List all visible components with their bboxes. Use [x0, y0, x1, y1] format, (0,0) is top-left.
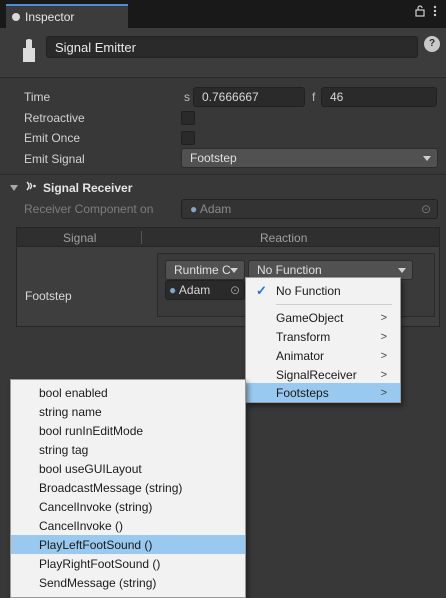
emit-signal-value: Footstep — [190, 151, 237, 165]
reaction-table-header: Signal Reaction — [16, 227, 440, 247]
function-menu: ✓ No Function GameObject > Transform > A… — [245, 277, 401, 403]
vertical-dots-icon[interactable] — [433, 5, 437, 20]
method-item[interactable]: string name — [11, 402, 245, 421]
method-item[interactable]: BroadcastMessage (string) — [11, 478, 245, 497]
object-field[interactable]: ● Adam ⊙ — [165, 280, 245, 300]
menu-item-label: GameObject — [276, 310, 344, 325]
menu-item-transform[interactable]: Transform > — [246, 327, 400, 346]
retroactive-checkbox[interactable] — [181, 111, 195, 125]
menu-item-animator[interactable]: Animator > — [246, 346, 400, 365]
info-icon — [12, 13, 20, 21]
object-value: Adam — [178, 283, 211, 297]
section-divider — [0, 174, 446, 175]
component-title: Signal Receiver — [43, 180, 133, 195]
col-signal-header: Signal — [63, 231, 97, 245]
method-item[interactable]: string tag — [11, 440, 245, 459]
gameobject-icon: ● — [169, 283, 177, 297]
menu-item-gameobject[interactable]: GameObject > — [246, 308, 400, 327]
method-item[interactable]: CancelInvoke (string) — [11, 497, 245, 516]
signal-receiver-icon — [25, 180, 37, 195]
target-icon: ⊙ — [420, 202, 431, 216]
target-icon[interactable]: ⊙ — [230, 283, 240, 297]
chevron-right-icon: > — [380, 368, 387, 381]
runtime-dropdown[interactable]: Runtime C — [165, 260, 245, 280]
menu-item-label: SignalReceiver — [276, 367, 357, 382]
receiver-component-value: Adam — [199, 202, 232, 216]
runtime-value: Runtime C — [174, 263, 231, 277]
object-header: Signal Emitter ? — [0, 28, 446, 78]
emit-once-label: Emit Once — [24, 131, 81, 145]
time-label: Time — [24, 90, 51, 104]
check-icon: ✓ — [256, 282, 267, 298]
chevron-right-icon: > — [380, 311, 387, 324]
chevron-down-icon — [423, 156, 431, 161]
receiver-component-field: ● Adam ⊙ — [181, 199, 438, 219]
row-signal-name: Footstep — [25, 289, 72, 303]
signal-receiver-header[interactable]: Signal Receiver — [10, 180, 132, 195]
signal-emitter-icon — [22, 38, 36, 62]
retroactive-label: Retroactive — [24, 111, 85, 125]
tab-label: Inspector — [25, 10, 75, 24]
lock-icon[interactable] — [415, 5, 425, 20]
method-item[interactable]: bool enabled — [11, 383, 245, 402]
menu-item-label: No Function — [276, 283, 341, 298]
method-item[interactable]: SendMessage (string) — [11, 573, 245, 592]
emit-once-checkbox[interactable] — [181, 131, 195, 145]
frames-prefix: f — [312, 90, 316, 104]
menu-item-label: Transform — [276, 329, 331, 344]
tab-bar: Inspector — [0, 0, 446, 28]
chevron-right-icon: > — [380, 386, 387, 399]
emit-signal-dropdown[interactable]: Footstep — [181, 148, 438, 168]
seconds-prefix: s — [184, 90, 190, 104]
method-item[interactable]: bool useGUILayout — [11, 459, 245, 478]
help-icon[interactable]: ? — [424, 36, 440, 52]
chevron-down-icon — [230, 268, 238, 273]
chevron-right-icon: > — [380, 330, 387, 343]
time-seconds-input[interactable]: 0.7666667 — [193, 87, 305, 107]
gameobject-icon: ● — [190, 202, 198, 216]
menu-item-footsteps[interactable]: Footsteps > — [246, 383, 400, 402]
menu-item-signalreceiver[interactable]: SignalReceiver > — [246, 365, 400, 384]
method-item-play-left-foot-sound[interactable]: PlayLeftFootSound () — [11, 535, 245, 554]
tab-inspector[interactable]: Inspector — [6, 4, 128, 28]
method-submenu: bool enabled string name bool runInEditM… — [10, 379, 246, 598]
menu-item-no-function[interactable]: ✓ No Function — [246, 281, 400, 300]
time-frames-input[interactable]: 46 — [321, 87, 437, 107]
method-item[interactable]: bool runInEditMode — [11, 421, 245, 440]
menu-separator — [276, 304, 392, 305]
method-item[interactable]: PlayRightFootSound () — [11, 554, 245, 573]
object-name-field[interactable]: Signal Emitter — [46, 36, 418, 58]
chevron-down-icon — [398, 268, 406, 273]
receiver-component-label: Receiver Component on — [24, 202, 154, 216]
col-reaction-header: Reaction — [260, 231, 308, 245]
method-item[interactable]: CancelInvoke () — [11, 516, 245, 535]
foldout-icon[interactable] — [10, 184, 18, 191]
chevron-right-icon: > — [380, 349, 387, 362]
column-divider — [141, 231, 142, 244]
emit-signal-label: Emit Signal — [24, 152, 85, 166]
function-value: No Function — [257, 263, 322, 277]
menu-item-label: Animator — [276, 348, 325, 363]
menu-item-label: Footsteps — [276, 385, 329, 400]
